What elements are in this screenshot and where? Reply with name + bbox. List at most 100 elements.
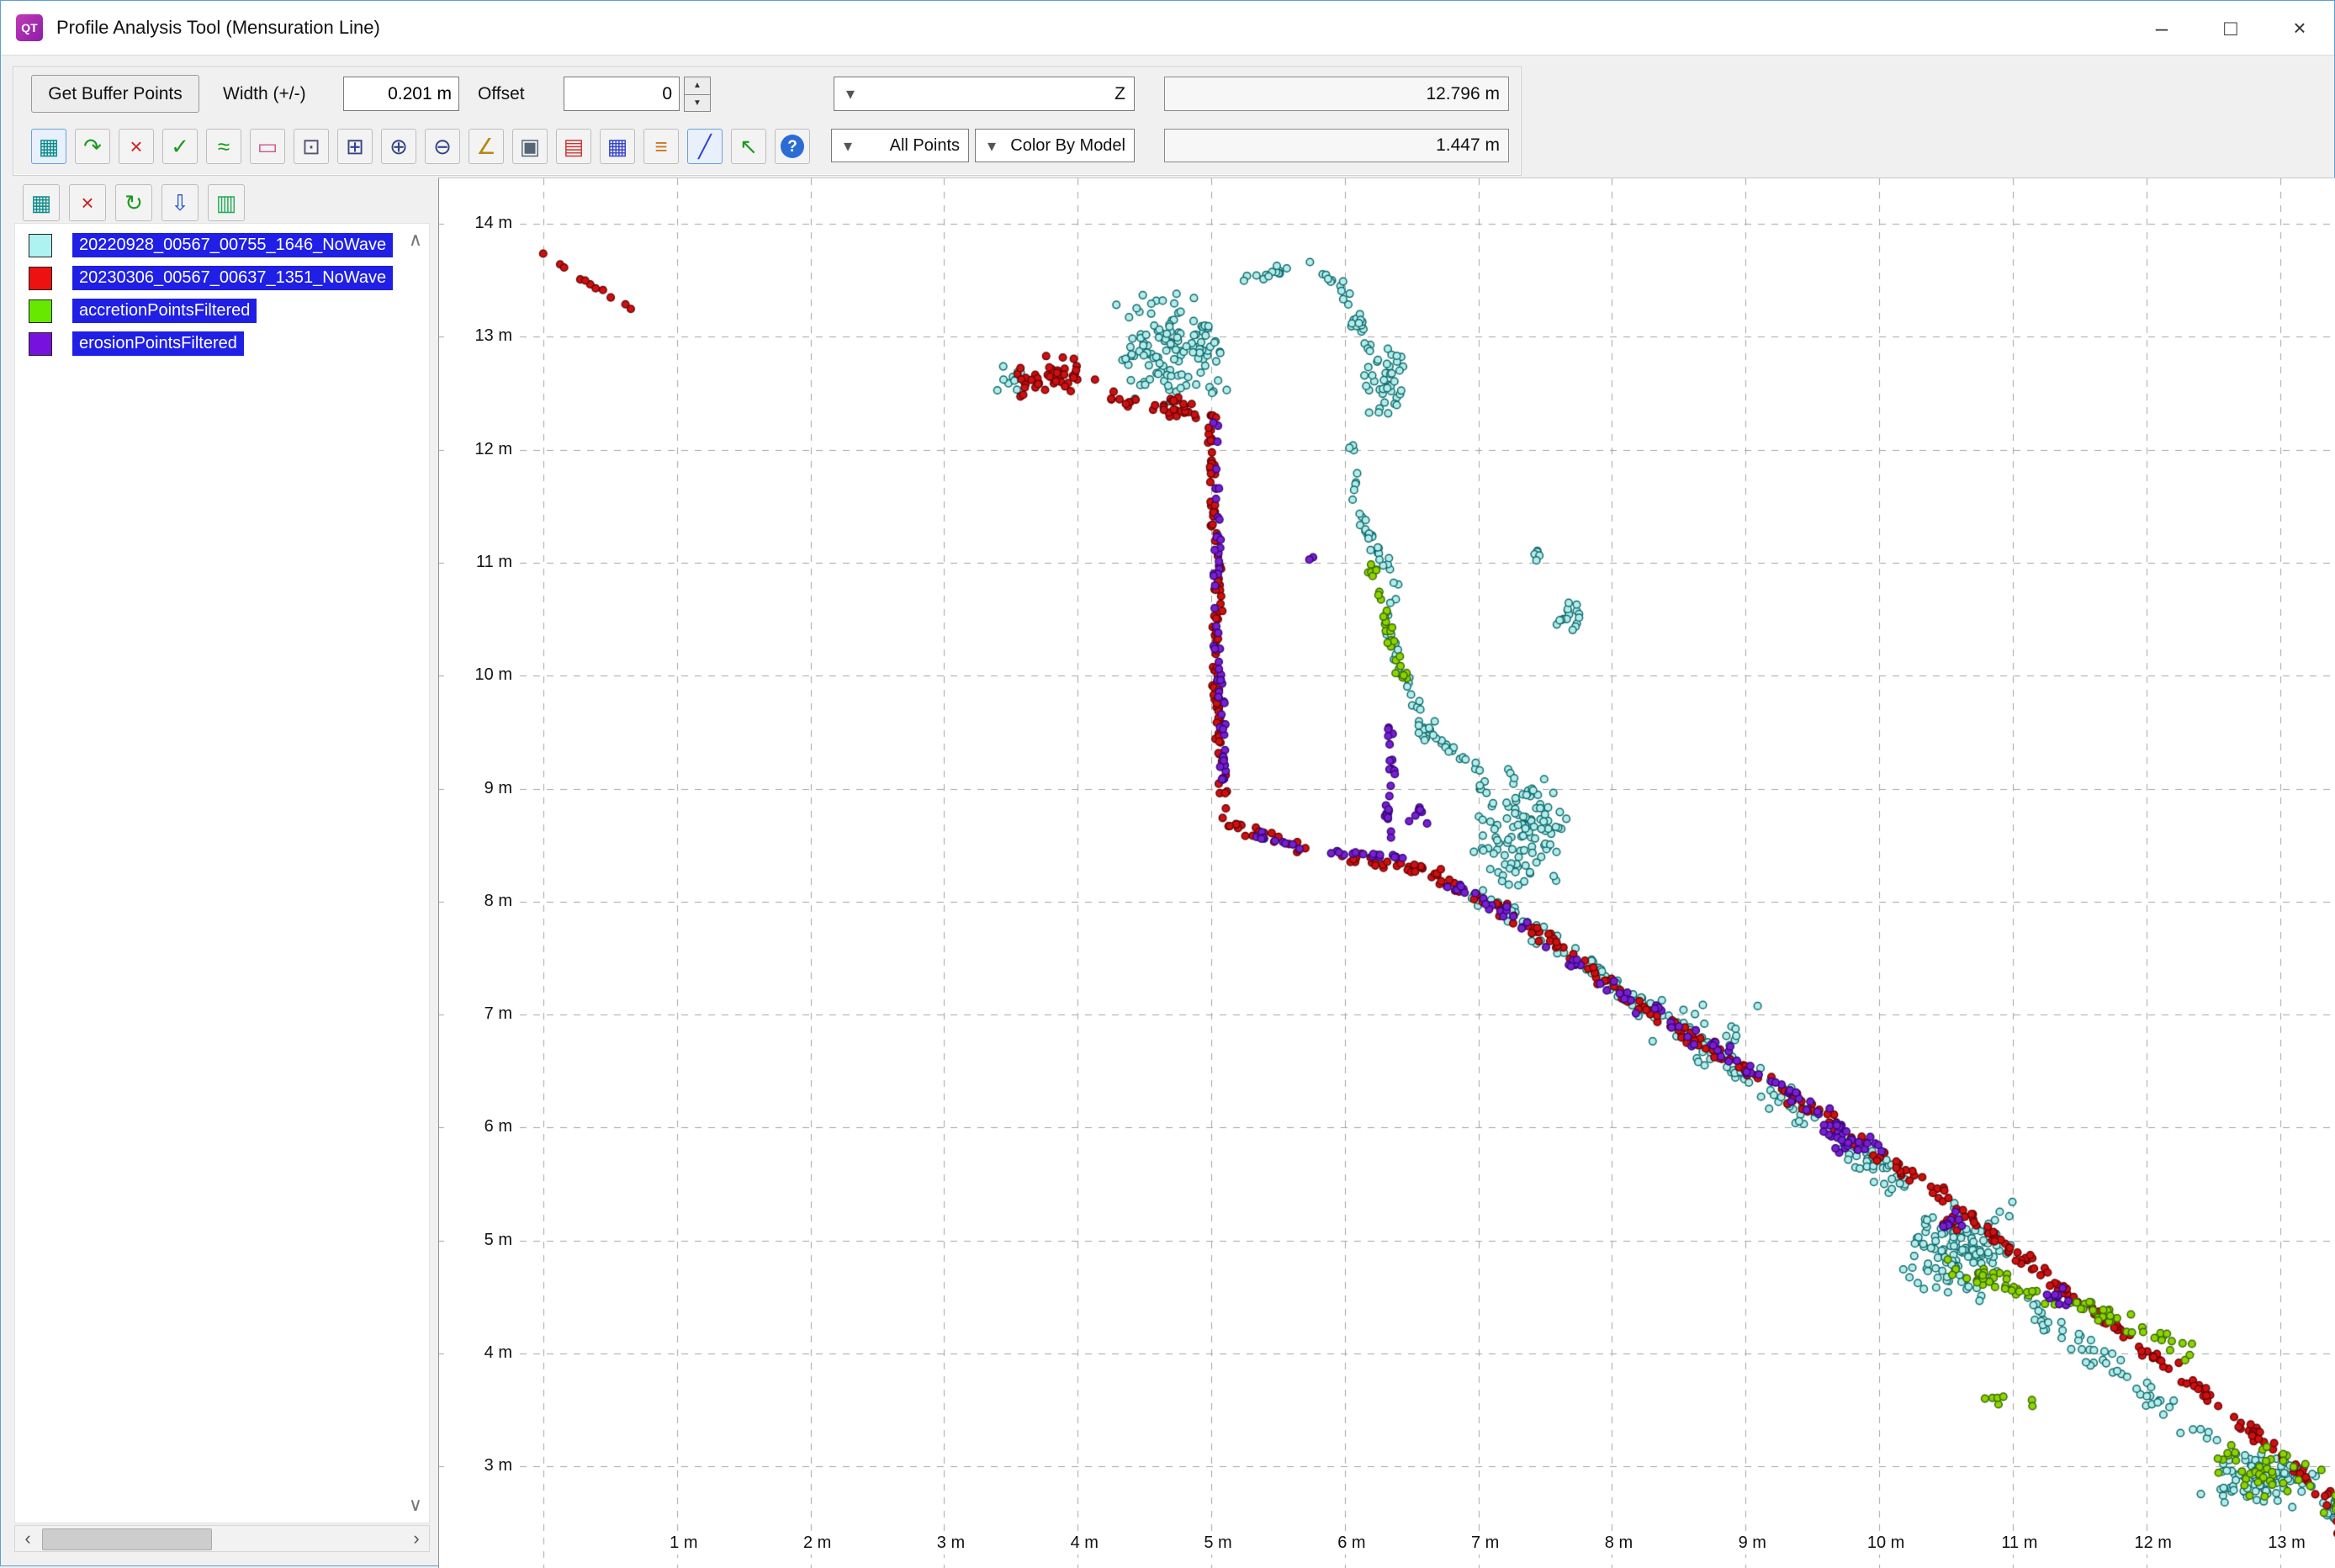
data-table-icon: ▦: [607, 135, 628, 157]
accept-edits-icon: ✓: [171, 135, 189, 157]
offset-label: Offset: [478, 84, 525, 104]
all-points-combobox[interactable]: ▾ All Points: [831, 129, 969, 162]
y-axis-tick-label: 7 m: [444, 1002, 515, 1025]
z-value-readout: 12.796 m: [1164, 77, 1509, 111]
y-axis-tick-label: 9 m: [444, 776, 515, 800]
data-table-icon[interactable]: ▦: [600, 129, 635, 164]
export-profile-icon: ↷: [83, 135, 102, 157]
zoom-out-icon: ⊖: [433, 135, 452, 157]
x-axis-tick-label: 2 m: [786, 1531, 850, 1555]
erase-points-icon: ▭: [257, 135, 278, 157]
legend-view-icon: ▦: [31, 192, 52, 214]
color-by-combobox-value: Color By Model: [1008, 136, 1134, 156]
smooth-profile-icon: ≈: [218, 135, 230, 157]
help-icon: ?: [781, 135, 804, 158]
remove-model-icon[interactable]: ×: [69, 184, 106, 221]
pick-point-icon: ↖: [739, 135, 758, 157]
y-axis-tick-label: 3 m: [444, 1454, 515, 1477]
color-by-combobox[interactable]: ▾ Color By Model: [975, 129, 1135, 162]
remove-model-icon: ×: [81, 192, 93, 214]
profile-plot-canvas[interactable]: [439, 178, 2335, 1568]
pick-point-icon[interactable]: ↖: [731, 129, 766, 164]
chevron-down-icon: ▾: [832, 135, 864, 156]
report-icon: ≡: [654, 135, 667, 157]
select-region-icon: ⊡: [302, 135, 320, 157]
select-region-icon[interactable]: ⊡: [294, 129, 329, 164]
model-color-swatch[interactable]: [29, 267, 52, 290]
zoom-in-icon[interactable]: ⊕: [381, 129, 416, 164]
help-icon[interactable]: ?: [775, 129, 810, 164]
legend-item[interactable]: 20220928_00567_00755_1646_NoWave: [15, 229, 429, 262]
close-button[interactable]: ×: [2265, 1, 2334, 55]
profile-plot-area[interactable]: 14 m13 m12 m11 m10 m9 m8 m7 m6 m5 m4 m3 …: [438, 177, 2335, 1568]
delete-points-icon[interactable]: ×: [119, 129, 154, 164]
delete-points-icon: ×: [130, 135, 142, 157]
z-axis-combobox[interactable]: ▾ Z: [834, 77, 1135, 111]
accept-edits-icon[interactable]: ✓: [162, 129, 198, 164]
scrollbar-track[interactable]: [40, 1526, 404, 1551]
scrollbar-thumb[interactable]: [42, 1528, 212, 1550]
model-label[interactable]: accretionPointsFiltered: [72, 299, 257, 323]
app-logo-icon: QT: [16, 14, 43, 41]
x-axis-tick-label: 7 m: [1453, 1531, 1517, 1555]
scroll-right-icon[interactable]: ›: [404, 1526, 429, 1551]
x-axis-tick-label: 12 m: [2121, 1531, 2185, 1555]
spin-up-button[interactable]: ▲: [684, 77, 711, 95]
measure-angle-icon: ∠: [476, 135, 495, 157]
erase-points-icon[interactable]: ▭: [250, 129, 285, 164]
spin-down-button[interactable]: ▼: [684, 94, 711, 113]
refresh-models-icon[interactable]: ↻: [115, 184, 152, 221]
x-axis-tick-label: 9 m: [1720, 1531, 1784, 1555]
model-color-swatch[interactable]: [29, 234, 52, 257]
smooth-profile-icon[interactable]: ≈: [206, 129, 241, 164]
minimize-button[interactable]: –: [2127, 1, 2196, 55]
title-bar: QT Profile Analysis Tool (Mensuration Li…: [1, 1, 2334, 56]
model-legend-list: 20220928_00567_00755_1646_NoWave 20230306…: [14, 223, 430, 1523]
x-axis-tick-label: 13 m: [2255, 1531, 2319, 1555]
x-axis-tick-label: 6 m: [1320, 1531, 1384, 1555]
export-profile-icon[interactable]: ↷: [75, 129, 110, 164]
legend-toolbar: ▦ × ↻ ⇩▥: [23, 184, 245, 221]
window-controls: – □ ×: [2127, 1, 2334, 55]
refresh-models-icon: ↻: [124, 192, 143, 214]
z-axis-combobox-value: Z: [866, 84, 1134, 104]
model-label[interactable]: 20220928_00567_00755_1646_NoWave: [72, 233, 393, 257]
y-axis-tick-label: 8 m: [444, 889, 515, 913]
maximize-button[interactable]: □: [2196, 1, 2265, 55]
chevron-down-icon: ▾: [834, 83, 866, 104]
profile-chart-icon[interactable]: ▤: [556, 129, 591, 164]
model-stats-icon[interactable]: ▥: [208, 184, 245, 221]
offset-spinner: ▲ ▼: [684, 77, 711, 111]
get-buffer-points-button[interactable]: Get Buffer Points: [31, 75, 199, 113]
sort-models-icon[interactable]: ⇩: [161, 184, 199, 221]
zoom-window-icon[interactable]: ⊞: [337, 129, 373, 164]
measure-angle-icon[interactable]: ∠: [469, 129, 504, 164]
scroll-up-icon[interactable]: ∧: [409, 229, 422, 251]
model-color-swatch[interactable]: [29, 332, 52, 356]
scroll-left-icon[interactable]: ‹: [15, 1526, 40, 1551]
app-window: QT Profile Analysis Tool (Mensuration Li…: [0, 0, 2335, 1566]
legend-view-icon[interactable]: ▦: [23, 184, 60, 221]
y-axis-tick-label: 12 m: [444, 437, 515, 461]
model-label[interactable]: 20230306_00567_00637_1351_NoWave: [72, 266, 393, 290]
model-label[interactable]: erosionPointsFiltered: [72, 331, 244, 356]
legend-item[interactable]: accretionPointsFiltered: [15, 294, 429, 327]
report-icon[interactable]: ≡: [643, 129, 679, 164]
window-title: Profile Analysis Tool (Mensuration Line): [56, 17, 380, 39]
legend-item[interactable]: erosionPointsFiltered: [15, 327, 429, 360]
snapshot-icon: ▣: [520, 135, 541, 157]
zoom-out-icon[interactable]: ⊖: [425, 129, 460, 164]
snapshot-icon[interactable]: ▣: [512, 129, 548, 164]
draw-line-icon[interactable]: ╱: [687, 129, 723, 164]
y-axis-tick-label: 14 m: [444, 211, 515, 235]
offset-input[interactable]: [564, 77, 680, 111]
legend-horizontal-scrollbar[interactable]: ‹ ›: [14, 1525, 430, 1552]
legend-panel-toggle-icon[interactable]: ▦: [31, 129, 66, 164]
scroll-down-icon[interactable]: ∨: [409, 1494, 422, 1516]
model-color-swatch[interactable]: [29, 299, 52, 323]
y-axis-tick-label: 6 m: [444, 1115, 515, 1138]
width-input[interactable]: [343, 77, 459, 111]
draw-line-icon: ╱: [698, 135, 712, 157]
zoom-window-icon: ⊞: [346, 135, 364, 157]
legend-item[interactable]: 20230306_00567_00637_1351_NoWave: [15, 262, 429, 294]
